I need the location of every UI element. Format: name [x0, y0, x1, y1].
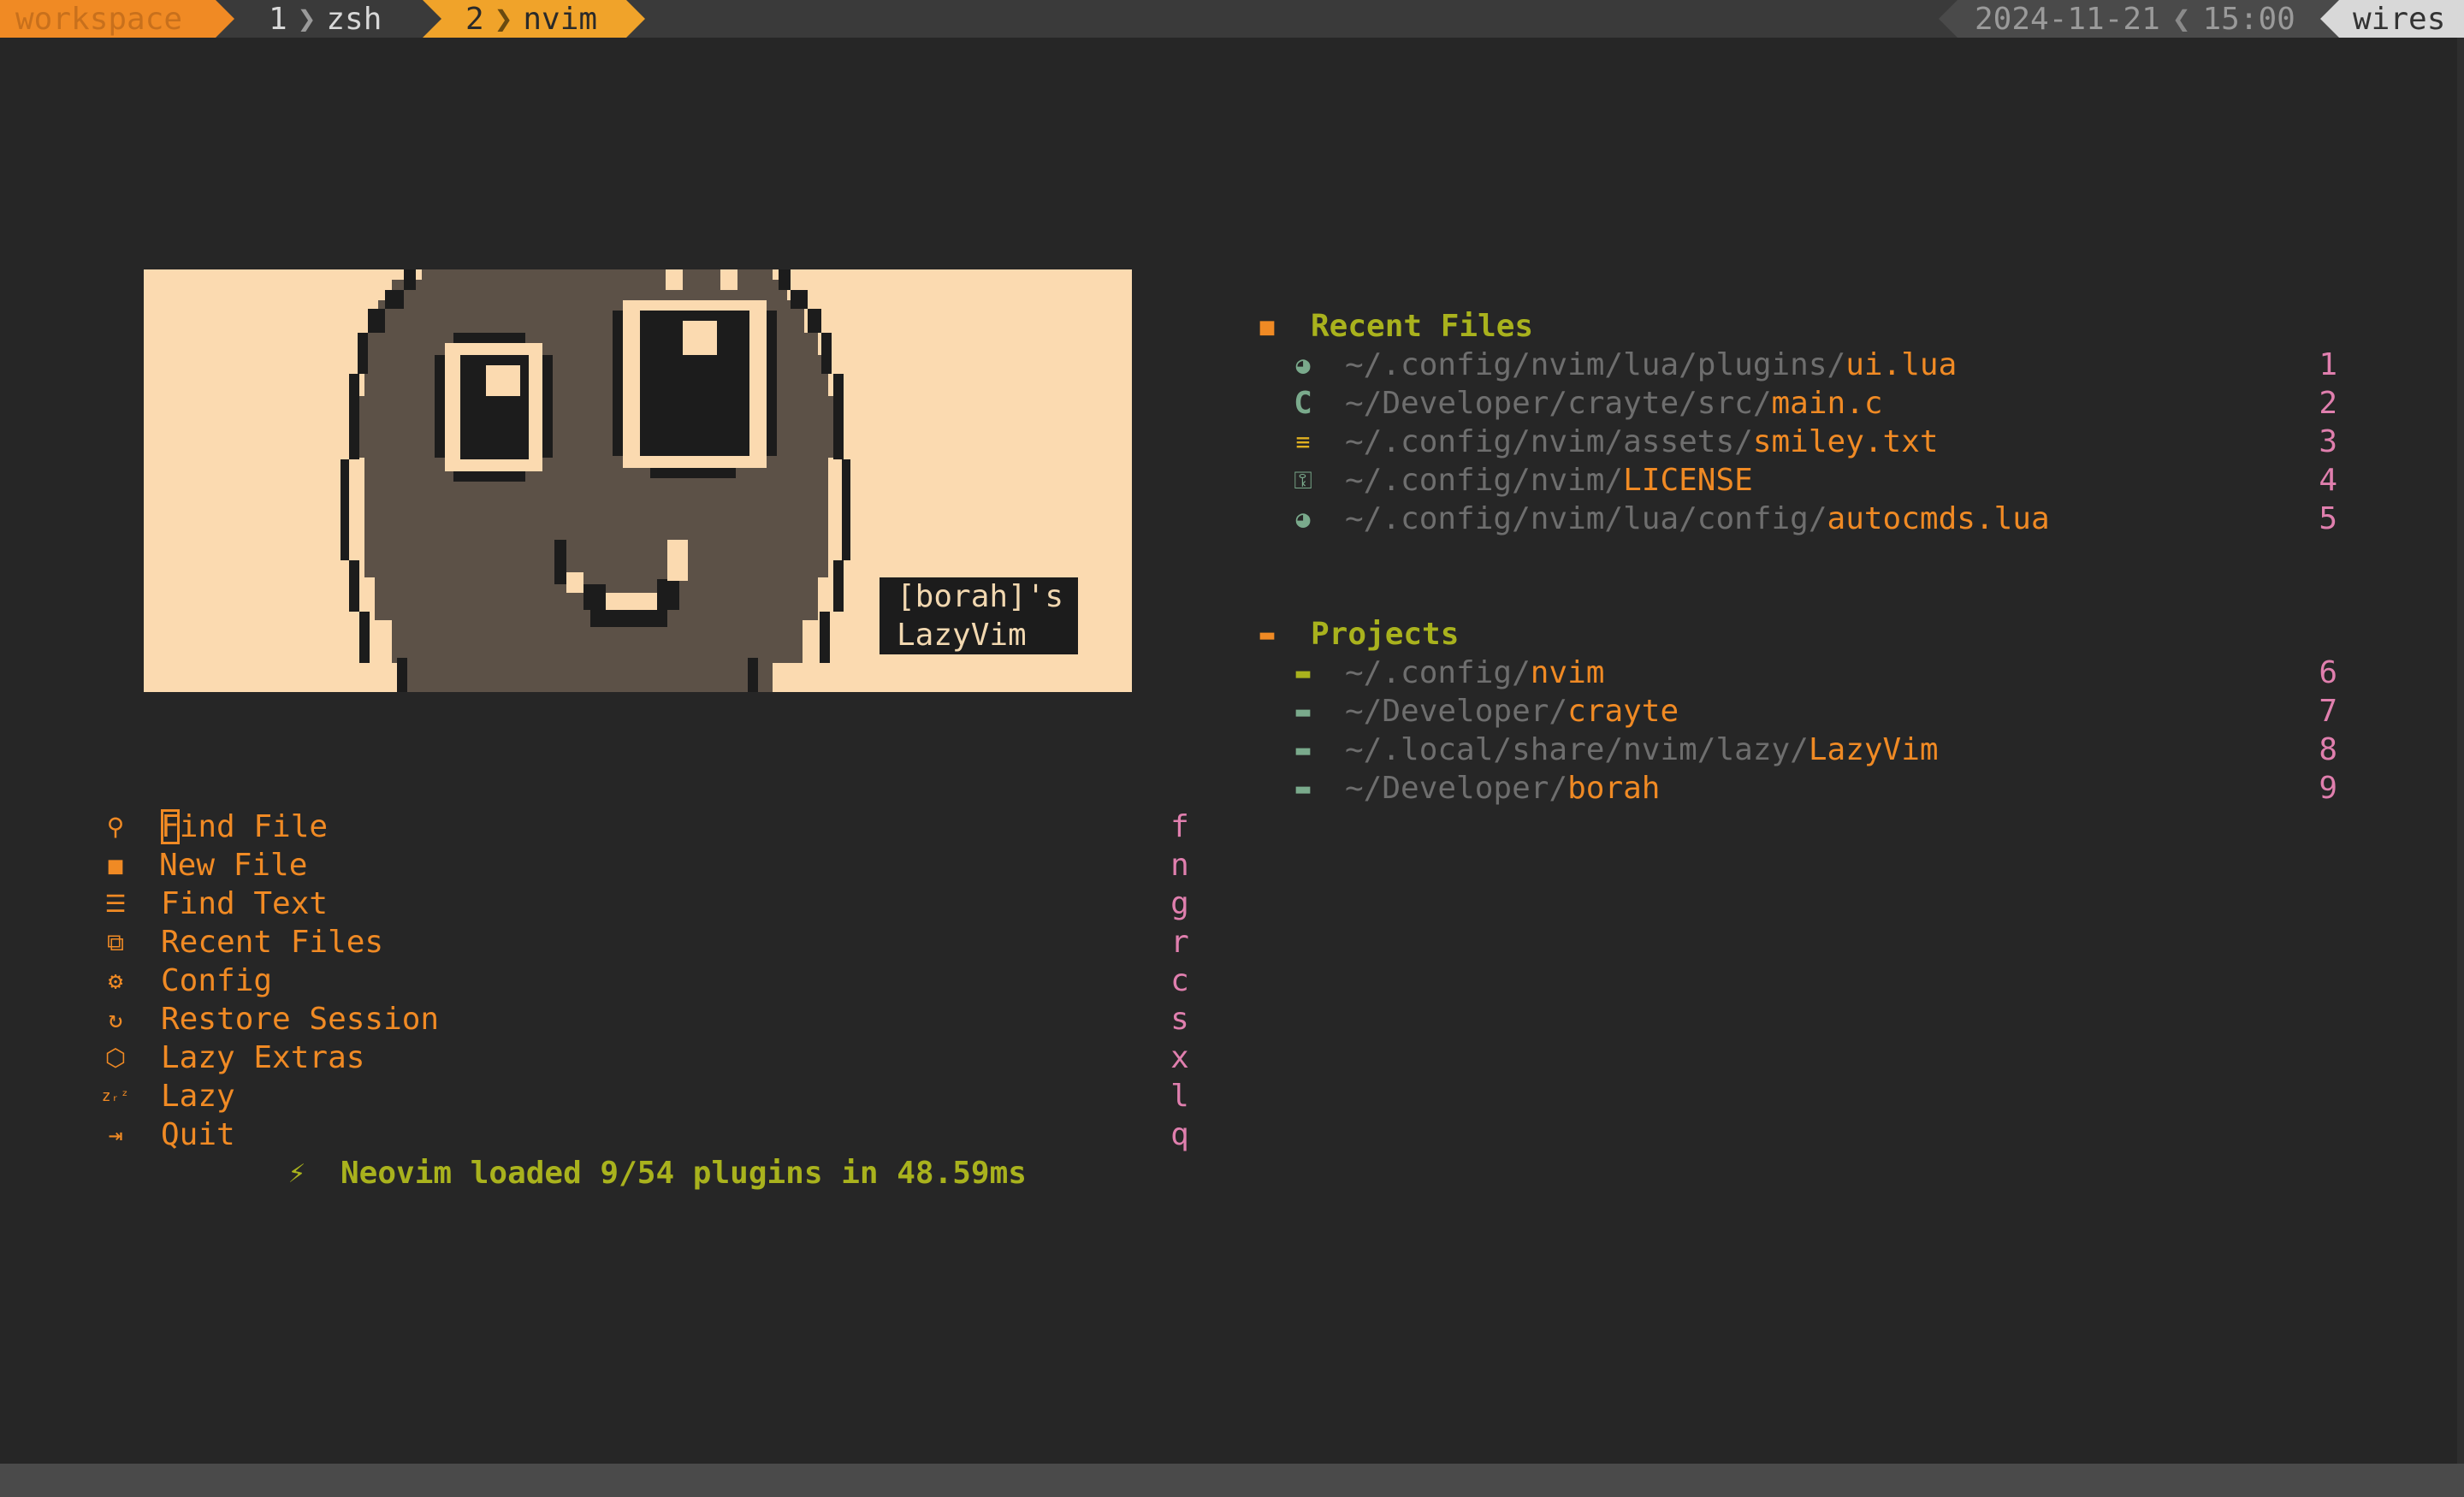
- host-label: wires: [2353, 1, 2446, 37]
- package-icon: ⬡: [104, 1044, 127, 1072]
- folder-open-icon: ▬: [1259, 620, 1275, 648]
- projects-title: Projects: [1311, 617, 1460, 652]
- menu-item-key: x: [1170, 1040, 1189, 1075]
- time-label: 15:00: [2202, 1, 2295, 37]
- menu-item-label: Lazy Extras: [161, 1040, 365, 1075]
- tmux-session-name[interactable]: workspace: [0, 0, 216, 38]
- license-icon: ⚿: [1294, 466, 1312, 494]
- project-key: 7: [2319, 694, 2337, 729]
- separator-arrow: [423, 0, 441, 38]
- menu-item-key: r: [1170, 925, 1189, 960]
- menu-item-label: Lazy: [161, 1079, 235, 1114]
- chevron-right-icon: ❯: [494, 1, 513, 37]
- project-key: 6: [2319, 655, 2337, 690]
- folder-icon: ▬: [1295, 697, 1311, 725]
- project-path: ~/.local/share/nvim/lazy/LazyVim: [1345, 732, 1939, 767]
- file-key: 5: [2319, 501, 2337, 536]
- window-bottom-bar: [0, 1464, 2464, 1497]
- menu-item-label: New File: [159, 848, 308, 883]
- separator-arrow: [1939, 0, 1958, 38]
- text-icon: ☰: [104, 890, 127, 918]
- menu-item-key: c: [1170, 963, 1189, 998]
- project-key: 8: [2319, 732, 2337, 767]
- file-key: 2: [2319, 386, 2337, 421]
- file-path: ~/.config/nvim/lua/plugins/ui.lua: [1345, 347, 1958, 382]
- search-icon: ⚲: [106, 813, 125, 841]
- file-key: 4: [2319, 463, 2337, 498]
- lightning-icon: ⚡: [287, 1156, 306, 1190]
- chevron-left-icon: ❮: [2171, 1, 2191, 37]
- tmux-date-time: 2024-11-21 ❮ 15:00: [1958, 0, 2320, 38]
- text-file-icon: ≡: [1295, 428, 1311, 456]
- quit-icon: ⇥: [108, 1121, 123, 1149]
- chevron-right-icon: ❯: [297, 1, 317, 37]
- menu-item-label: Find File: [161, 809, 329, 844]
- folder-icon: ▬: [1295, 736, 1311, 764]
- tmux-window-2-active[interactable]: 2 ❯ nvim: [441, 0, 626, 38]
- separator-arrow: [626, 0, 645, 38]
- startup-text: Neovim loaded 9/54 plugins in 48.59ms: [341, 1156, 1027, 1191]
- file-path: ~/.config/nvim/LICENSE: [1345, 463, 1753, 498]
- menu-item-key: f: [1170, 809, 1189, 844]
- menu-item-key: l: [1170, 1079, 1189, 1114]
- window-scrollbar[interactable]: [2457, 38, 2464, 1464]
- recent-files-title: Recent Files: [1311, 309, 1534, 344]
- menu-item-key: n: [1170, 848, 1189, 883]
- date-label: 2024-11-21: [1975, 1, 2160, 37]
- window-index: 1: [269, 1, 287, 37]
- lua-icon: ◕: [1295, 351, 1311, 379]
- separator-arrow: [216, 0, 234, 38]
- project-path: ~/Developer/borah: [1345, 771, 1661, 806]
- menu-item-key: g: [1170, 886, 1189, 921]
- tmux-hostname: wires: [2339, 0, 2464, 38]
- menu-item-label: Config: [161, 963, 273, 998]
- folder-icon: ▬: [1295, 774, 1311, 802]
- sleep-icon: zᵣᶻ: [101, 1087, 130, 1105]
- file-path: ~/.config/nvim/lua/config/autocmds.lua: [1345, 501, 2050, 536]
- session-label: workspace: [15, 1, 183, 37]
- new-file-icon: ■: [108, 851, 123, 879]
- window-name: nvim: [523, 1, 598, 37]
- lua-icon: ◕: [1295, 505, 1311, 533]
- file-path: ~/.config/nvim/assets/smiley.txt: [1345, 424, 1939, 459]
- file-key: 1: [2319, 347, 2337, 382]
- tmux-status-bar: workspace 1 ❯ zsh 2 ❯ nvim 2024-11-21 ❮ …: [0, 0, 2464, 38]
- banner-tag-line1: [borah]'s: [897, 579, 1064, 614]
- restore-icon: ↻: [108, 1005, 123, 1033]
- banner-tag-line2: LazyVim: [897, 618, 1027, 653]
- recent-files-icon: ⧉: [107, 928, 124, 956]
- folder-icon: ▬: [1295, 659, 1311, 687]
- window-index: 2: [465, 1, 484, 37]
- menu-item-label: Restore Session: [161, 1002, 440, 1037]
- project-key: 9: [2319, 771, 2337, 806]
- project-path: ~/.config/nvim: [1345, 655, 1605, 690]
- tmux-window-1[interactable]: 1 ❯ zsh: [234, 0, 423, 38]
- banner-name-tag: [borah]'s LazyVim: [880, 577, 1078, 654]
- window-name: zsh: [326, 1, 382, 37]
- file-path: ~/Developer/crayte/src/main.c: [1345, 386, 1883, 421]
- c-language-icon: C: [1294, 386, 1312, 421]
- menu-item-label: Find Text: [161, 886, 329, 921]
- file-icon: ■: [1259, 312, 1275, 340]
- menu-item-label: Recent Files: [161, 925, 384, 960]
- menu-item-label: Quit: [161, 1117, 235, 1152]
- menu-item-key: s: [1170, 1002, 1189, 1037]
- separator-arrow: [2320, 0, 2339, 38]
- file-key: 3: [2319, 424, 2337, 459]
- project-path: ~/Developer/crayte: [1345, 694, 1679, 729]
- gear-icon: ⚙: [108, 967, 123, 995]
- menu-item-key: q: [1170, 1117, 1189, 1152]
- text-cursor: F: [161, 809, 180, 844]
